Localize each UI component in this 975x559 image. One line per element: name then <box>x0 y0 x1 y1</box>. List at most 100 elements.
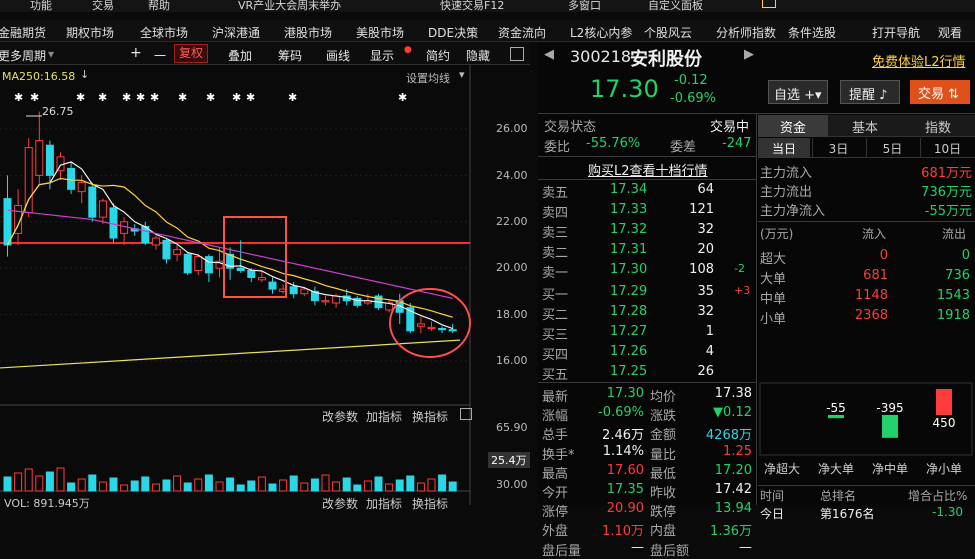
overlay-button[interactable]: 叠加 <box>228 47 252 64</box>
candle-body <box>289 286 298 295</box>
change-indicator-button[interactable]: 换指标 <box>412 408 448 425</box>
top-menu-function[interactable]: 功能 <box>30 0 52 12</box>
menu-l2-core[interactable]: L2核心内参 <box>570 24 632 41</box>
change-indicator-button-2[interactable]: 换指标 <box>412 495 448 512</box>
alert-label: 提醒 <box>849 88 876 103</box>
top-menu-help[interactable]: 帮助 <box>148 0 170 12</box>
fund-main-value: 736万元 <box>921 185 972 200</box>
order-level-volume: 32 <box>697 222 714 237</box>
add-indicator-button[interactable]: 加指标 <box>366 408 402 425</box>
display-button[interactable]: 显示 <box>370 47 394 64</box>
quote-label: 内盘 <box>650 524 677 540</box>
net-flow-label: 净中单 <box>872 461 908 476</box>
menu-stock-screener[interactable]: 条件选股 <box>788 24 836 41</box>
volume-bar <box>321 474 330 492</box>
next-stock-icon[interactable]: ▶ <box>744 47 754 62</box>
mail-icon[interactable] <box>762 0 776 8</box>
menu-open-nav[interactable]: 打开导航 <box>872 24 920 41</box>
rank-header-total: 总排名 <box>820 489 857 503</box>
order-level-price: 17.25 <box>610 364 648 379</box>
tab-funds[interactable]: 资金 <box>758 115 828 137</box>
multi-window-button[interactable]: 多窗口 <box>568 0 601 12</box>
period-5d[interactable]: 5日 <box>866 138 918 158</box>
period-10d[interactable]: 10日 <box>920 138 974 158</box>
draw-line-button[interactable]: 画线 <box>326 47 350 64</box>
hide-button[interactable]: 隐藏 <box>466 47 490 64</box>
volume-bar <box>14 472 23 492</box>
chevron-down-icon[interactable]: ▾ <box>459 68 465 81</box>
order-level-change: -2 <box>734 262 745 275</box>
menu-options[interactable]: 期权市场 <box>66 24 114 41</box>
trade-button[interactable]: 交易 ⇅ <box>910 80 970 104</box>
menu-financial-futures[interactable]: 金融期货 <box>0 24 46 41</box>
period-today[interactable]: 当日 <box>758 138 810 158</box>
menu-dde[interactable]: DDE决策 <box>428 24 478 41</box>
signal-star-icon: ✱ <box>232 91 241 104</box>
free-l2-link[interactable]: 免费体验L2行情 <box>872 51 966 70</box>
prev-stock-icon[interactable]: ◀ <box>544 47 554 62</box>
order-level-change: +3 <box>734 284 751 297</box>
chips-button[interactable]: 筹码 <box>278 47 302 64</box>
stock-info-panel: ◀ 300218 安利股份 ▶ 免费体验L2行情 17.30 -0.12 -0.… <box>538 43 975 559</box>
order-level-label: 买一 <box>542 288 569 303</box>
kline-svg: ✱ ✱ ✱ ✱ ✱ ✱ ✱ ✱ ✱ ✱ ✱ ✱ ✱ <box>0 65 471 505</box>
rank-header-ratio: 增合占比% <box>908 489 968 503</box>
quote-label: 总手 <box>542 428 569 444</box>
candle-body <box>236 267 245 272</box>
expand-icon[interactable] <box>460 408 472 420</box>
net-flow-bar <box>882 415 898 438</box>
candle-body <box>321 300 330 303</box>
edit-params-button-2[interactable]: 改参数 <box>322 495 358 512</box>
price-change-pct: -0.69% <box>670 91 716 106</box>
order-level-label: 买五 <box>542 368 569 383</box>
menu-us-stocks[interactable]: 美股市场 <box>356 24 404 41</box>
kline-chart[interactable]: ✱ ✱ ✱ ✱ ✱ ✱ ✱ ✱ ✱ ✱ ✱ ✱ ✱ MA250:16.58 ↓ 设置均线 ▾ 26.75… <box>0 65 530 511</box>
volume-bar <box>215 481 224 492</box>
bell-icon: ♪ <box>879 88 888 103</box>
candle-body <box>194 256 203 272</box>
buy-l2-link[interactable]: 购买L2查看十档行情 <box>588 160 708 179</box>
quote-label: 均价 <box>650 390 677 405</box>
top-menu-trade[interactable]: 交易 <box>92 0 114 12</box>
candle-body <box>120 221 129 234</box>
watchlist-label: 自选 <box>774 88 801 103</box>
watchlist-button[interactable]: 自选 +▾ <box>768 80 828 104</box>
menu-fund-flow[interactable]: 资金流向 <box>498 24 546 41</box>
zoom-out-button[interactable]: 一 <box>154 47 166 64</box>
quote-label: 今开 <box>542 486 569 501</box>
quick-trade-button[interactable]: 快速交易F12 <box>440 0 504 12</box>
custom-panel-button[interactable]: 自定义面板 <box>648 0 703 12</box>
quote-label: 涨停 <box>542 505 569 521</box>
menu-hk-connect[interactable]: 沪深港通 <box>212 24 260 41</box>
quote-value: -0.69% <box>598 405 644 421</box>
signal-star-icon: ✱ <box>98 91 107 104</box>
top-news-ticker[interactable]: VR产业大会周末举办 <box>238 0 341 12</box>
menu-hk-stocks[interactable]: 港股市场 <box>284 24 332 41</box>
chevron-down-icon[interactable]: ▾ <box>48 47 54 61</box>
alert-button[interactable]: 提醒 ♪ <box>840 80 900 104</box>
fullscreen-icon[interactable] <box>510 47 524 61</box>
tab-basic[interactable]: 基本 <box>830 115 900 137</box>
order-level-price: 17.29 <box>610 284 648 299</box>
adjust-price-button[interactable]: 复权 <box>174 44 209 63</box>
quote-label: 换手* <box>542 447 575 463</box>
menu-global[interactable]: 全球市场 <box>140 24 188 41</box>
simple-mode-button[interactable]: 简约 <box>426 47 450 64</box>
menu-watch[interactable]: 观看 <box>938 24 962 41</box>
menu-analyst-index[interactable]: 分析师指数 <box>716 24 776 41</box>
tab-index[interactable]: 指数 <box>902 115 974 137</box>
quote-value: 17.30 <box>606 386 644 401</box>
add-indicator-button-2[interactable]: 加指标 <box>366 495 402 512</box>
fund-size-in: 2368 <box>854 308 888 323</box>
ma-settings-link[interactable]: 设置均线 <box>406 70 450 86</box>
quote-value: 17.38 <box>714 386 752 401</box>
zoom-in-button[interactable]: + <box>130 45 142 61</box>
more-periods-button[interactable]: 更多周期 <box>0 47 46 64</box>
volume-bar <box>204 474 213 492</box>
order-level-price: 17.31 <box>610 242 648 257</box>
edit-params-button[interactable]: 改参数 <box>322 408 358 425</box>
period-3d[interactable]: 3日 <box>812 138 864 158</box>
menu-stock-news[interactable]: 个股风云 <box>644 24 692 41</box>
fund-main-label: 主力净流入 <box>760 204 826 219</box>
rank-header-time: 时间 <box>760 489 785 503</box>
